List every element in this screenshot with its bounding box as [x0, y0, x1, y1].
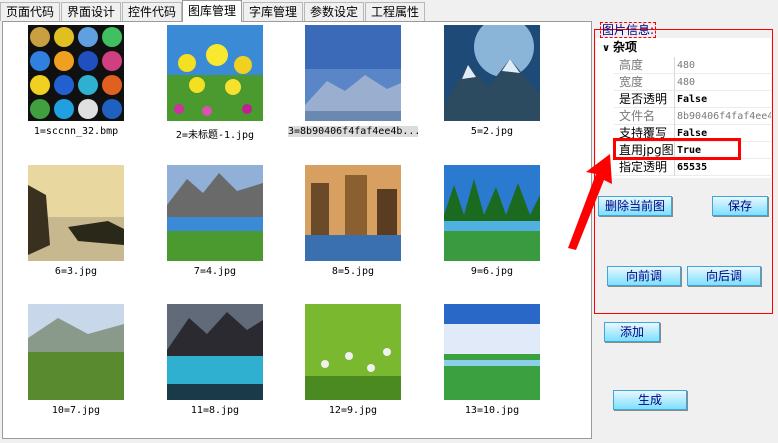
- tab-label: 图库管理: [187, 4, 236, 18]
- thumbnail-image-9[interactable]: [28, 304, 124, 400]
- thumbnail-image-5[interactable]: [28, 165, 124, 261]
- property-value: 480: [677, 60, 696, 71]
- tab-ui-design[interactable]: 界面设计: [61, 2, 121, 21]
- property-key: 指定透明: [619, 159, 675, 176]
- rock-stacks-image: [305, 165, 401, 261]
- tab-project-properties[interactable]: 工程属性: [365, 2, 425, 21]
- tab-label: 字库管理: [248, 5, 297, 19]
- tab-page-code[interactable]: 页面代码: [0, 2, 60, 21]
- sky-field-image: [444, 304, 540, 400]
- green-meadow-image: [305, 304, 401, 400]
- property-value: 65535: [677, 162, 708, 173]
- property-value: 8b90406f4faf4ee4: [677, 111, 771, 122]
- property-key: 宽度: [619, 74, 675, 91]
- property-row-height[interactable]: 高度 480: [596, 57, 771, 74]
- property-category[interactable]: ∨ 杂项: [596, 38, 771, 56]
- property-key: 是否透明: [619, 91, 675, 108]
- row-gutter: [596, 108, 614, 125]
- property-value: 480: [677, 77, 696, 88]
- image-info-label: 图片信息:: [600, 22, 657, 38]
- property-value: False: [677, 94, 708, 105]
- move-backward-button[interactable]: 向后调: [687, 266, 761, 286]
- thumbnail-caption: 12=9.jpg: [328, 405, 378, 416]
- delete-current-image-button[interactable]: 删除当前图: [598, 196, 672, 216]
- add-button[interactable]: 添加: [604, 322, 660, 342]
- forest-lake-image: [444, 165, 540, 261]
- property-row-transparent[interactable]: 是否透明 False: [596, 91, 771, 108]
- sunset-coast-image: [28, 165, 124, 261]
- property-row-width[interactable]: 宽度 480: [596, 74, 771, 91]
- tab-label: 控件代码: [127, 5, 176, 19]
- thumbnail-image-10[interactable]: [167, 304, 263, 400]
- thumbnail-caption: 6=3.jpg: [54, 266, 98, 277]
- thumbnail-caption: 11=8.jpg: [190, 405, 240, 416]
- thumbnail-caption: 5=2.jpg: [470, 126, 514, 137]
- tab-font-library[interactable]: 字库管理: [243, 2, 303, 21]
- row-gutter: [596, 91, 614, 108]
- generate-button[interactable]: 生成: [613, 390, 687, 410]
- cloudy-mountain-image: [305, 25, 401, 121]
- property-key: 文件名: [619, 108, 675, 125]
- tab-bar: 页面代码 界面设计 控件代码 图库管理 字库管理 参数设定 工程属性: [0, 0, 778, 22]
- thumbnail-caption: 9=6.jpg: [470, 266, 514, 277]
- property-row-transparent-color[interactable]: 指定透明 65535: [596, 159, 771, 176]
- chevron-down-icon[interactable]: ∨: [599, 40, 613, 58]
- thumbnail-caption: 10=7.jpg: [51, 405, 101, 416]
- tab-image-library[interactable]: 图库管理: [182, 0, 242, 22]
- lake-mountain-image: [167, 165, 263, 261]
- image-gallery-panel[interactable]: 1=sccnn_32.bmp 2=未标题-1.jpg 3=8b90406f4fa…: [2, 21, 592, 439]
- thumbnail-image-6[interactable]: [167, 165, 263, 261]
- row-gutter: [596, 74, 614, 91]
- thumbnail-image-4[interactable]: [444, 22, 540, 121]
- glacier-lake-image: [167, 304, 263, 400]
- thumbnail-image-1[interactable]: [28, 25, 124, 121]
- highlight-box: [613, 138, 741, 160]
- thumbnail-image-12[interactable]: [444, 304, 540, 400]
- thumbnail-caption: 7=4.jpg: [193, 266, 237, 277]
- property-row-filename[interactable]: 文件名 8b90406f4faf4ee4: [596, 108, 771, 125]
- tab-parameters[interactable]: 参数设定: [304, 2, 364, 21]
- thumbnail-caption: 1=sccnn_32.bmp: [33, 126, 119, 137]
- daffodil-image: [167, 25, 263, 121]
- tab-label: 参数设定: [309, 5, 358, 19]
- thumbnail-image-3[interactable]: [305, 25, 401, 121]
- icon-grid-image: [28, 25, 124, 121]
- tab-label: 界面设计: [66, 5, 115, 19]
- thumbnail-caption-selected: 3=8b90406f4faf4ee4b...: [288, 126, 418, 137]
- thumbnail-image-2[interactable]: [167, 25, 263, 121]
- grass-valley-image: [28, 304, 124, 400]
- property-key: 高度: [619, 57, 675, 74]
- thumbnail-caption: 13=10.jpg: [464, 405, 520, 416]
- thumbnail-caption: 2=未标题-1.jpg: [175, 130, 255, 141]
- thumbnail-image-7[interactable]: [305, 165, 401, 261]
- tab-label: 工程属性: [370, 5, 419, 19]
- thumbnail-image-8[interactable]: [444, 165, 540, 261]
- thumbnail-caption: 8=5.jpg: [331, 266, 375, 277]
- row-gutter: [596, 57, 614, 74]
- tab-label: 页面代码: [5, 5, 54, 19]
- thumbnail-image-11[interactable]: [305, 304, 401, 400]
- tab-control-code[interactable]: 控件代码: [122, 2, 182, 21]
- category-label: 杂项: [613, 40, 638, 54]
- planet-mountain-image: [444, 22, 540, 121]
- row-gutter: [596, 125, 614, 142]
- move-forward-button[interactable]: 向前调: [607, 266, 681, 286]
- save-button[interactable]: 保存: [712, 196, 768, 216]
